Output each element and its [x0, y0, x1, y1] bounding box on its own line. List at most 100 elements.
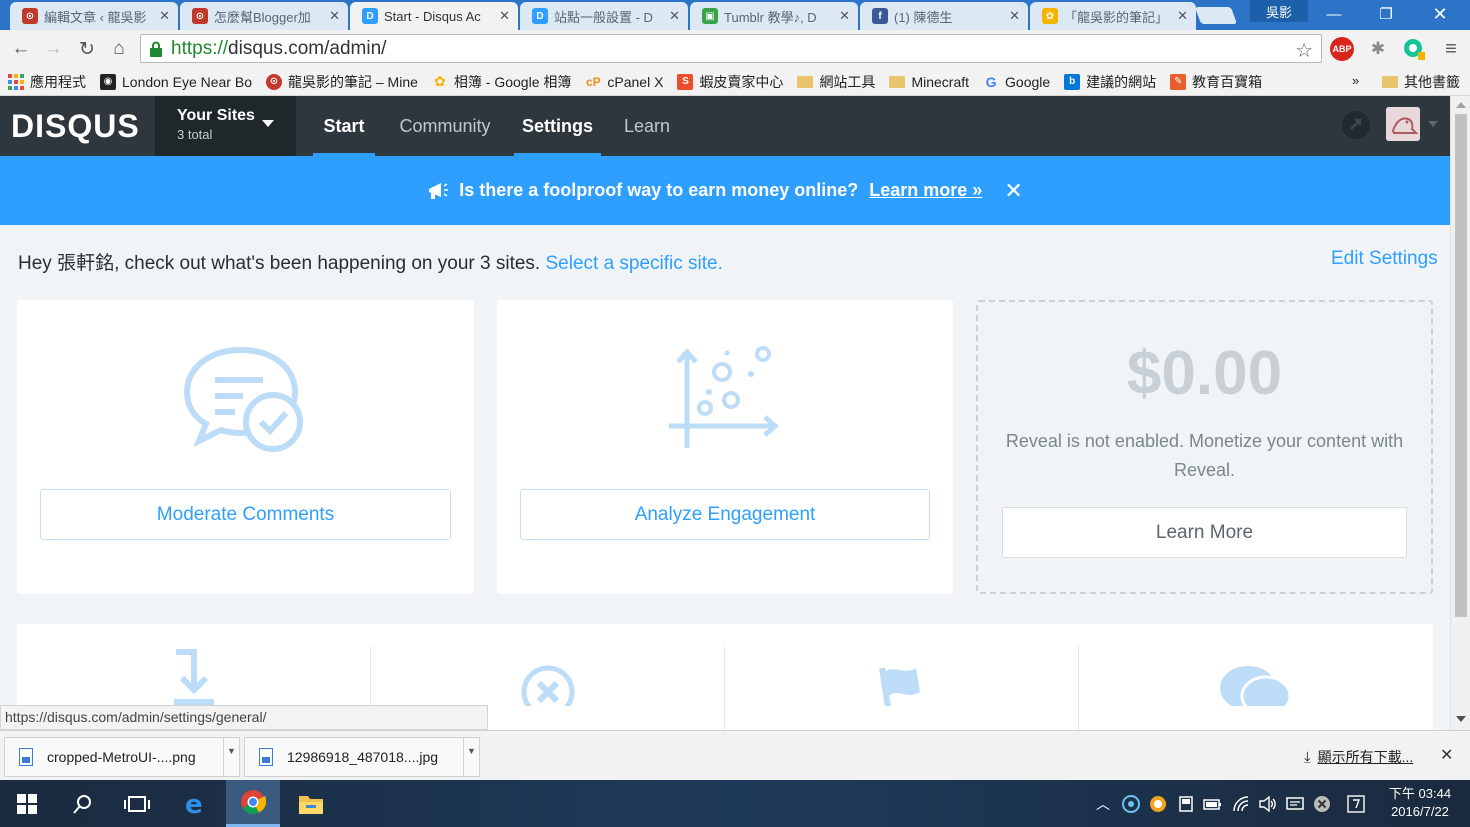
chevron-down-icon[interactable]: ▼	[463, 738, 479, 776]
browser-toolbar: ← → ↻ ⌂ https://disqus.com/admin/ ☆ ABP …	[0, 30, 1470, 68]
home-icon[interactable]: ⌂	[108, 38, 130, 60]
bookmark-item[interactable]: ⊙ 龍吳影的筆記 – Mine	[265, 72, 418, 92]
wifi-icon[interactable]	[1231, 794, 1251, 814]
your-sites-dropdown[interactable]: Your Sites 3 total	[155, 96, 296, 156]
bookmarks-overflow-chevron-icon[interactable]: »	[1352, 73, 1359, 88]
bookmark-item[interactable]: ✿ 相簿 - Google 相簿	[432, 72, 571, 92]
chevron-down-icon[interactable]	[1428, 121, 1438, 127]
window-close-icon[interactable]: ✕	[1416, 0, 1464, 28]
browser-tab[interactable]: ⊙ 編輯文章 ‹ 龍吳影 ✕	[10, 2, 178, 30]
show-all-label: 顯示所有下載...	[1317, 749, 1414, 765]
greeting-text: Hey 張軒銘, check out what's been happening…	[18, 253, 546, 274]
new-tab-button[interactable]	[1194, 7, 1238, 24]
file-explorer-icon[interactable]	[284, 780, 338, 827]
close-icon[interactable]: ✕	[839, 8, 850, 24]
nav-tab-learn[interactable]: Learn	[616, 96, 678, 156]
bookmark-item[interactable]: b 建議的網站	[1064, 72, 1156, 92]
windows-start-icon[interactable]	[0, 780, 54, 827]
system-clock[interactable]: 下午 03:44 2016/7/22	[1384, 785, 1456, 821]
browser-tab[interactable]: ✿ 「龍吳影的筆記」 ✕	[1030, 2, 1196, 30]
message-icon[interactable]	[1285, 794, 1305, 814]
adblock-plus-icon[interactable]: ABP	[1330, 37, 1354, 61]
restore-icon[interactable]: ❐	[1362, 0, 1410, 28]
bookmark-folder[interactable]: 網站工具	[797, 72, 875, 92]
bookmark-folder[interactable]: Minecraft	[889, 74, 969, 90]
forward-arrow-icon[interactable]: →	[42, 38, 64, 60]
bookmark-item[interactable]: cP cPanel X	[585, 74, 663, 90]
other-bookmarks-folder[interactable]: 其他書籤	[1382, 72, 1460, 92]
promo-learn-more-link[interactable]: Learn more »	[869, 180, 982, 201]
scroll-down-icon[interactable]	[1456, 716, 1466, 722]
scroll-up-icon[interactable]	[1456, 102, 1466, 108]
scrollbar-thumb[interactable]	[1455, 114, 1467, 617]
scatter-chart-icon	[497, 344, 953, 456]
vertical-scrollbar[interactable]	[1450, 96, 1470, 730]
browser-tab[interactable]: D 站點一般設置 - D ✕	[520, 2, 688, 30]
nav-tab-start[interactable]: Start	[313, 96, 375, 156]
chevron-down-icon[interactable]: ▼	[223, 738, 239, 776]
bookmark-item[interactable]: ✎ 教育百寶箱	[1170, 72, 1262, 92]
folder-icon	[889, 74, 906, 90]
close-icon[interactable]: ✕	[329, 8, 340, 24]
battery-icon[interactable]	[1203, 794, 1223, 814]
megaphone-icon	[427, 181, 449, 201]
close-icon[interactable]: ✕	[159, 8, 170, 24]
chrome-profile-name[interactable]: 吳影	[1250, 0, 1308, 22]
browser-tab[interactable]: f (1) 陳德生 ✕	[860, 2, 1028, 30]
nav-tab-settings[interactable]: Settings	[514, 96, 601, 156]
grammarly-icon[interactable]	[1402, 37, 1426, 61]
bookmark-item[interactable]: 應用程式	[8, 72, 86, 92]
minimize-icon[interactable]: —	[1310, 0, 1358, 28]
browser-tab[interactable]: ⊙ 怎麼幫Blogger加 ✕	[180, 2, 348, 30]
bookmark-label: cPanel X	[607, 73, 664, 90]
nav-tab-community[interactable]: Community	[390, 96, 500, 156]
network-app-icon[interactable]	[1121, 794, 1141, 814]
close-icon[interactable]: ✕	[1009, 8, 1020, 24]
browser-tab-active[interactable]: D Start - Disqus Ac ✕	[350, 2, 518, 30]
promo-text: Is there a foolproof way to earn money o…	[459, 180, 859, 200]
download-item[interactable]: 12986918_487018....jpg ▼	[244, 737, 480, 777]
device-icon[interactable]	[1176, 794, 1196, 814]
reload-icon[interactable]: ↻	[76, 38, 98, 60]
bookmark-item[interactable]: ◉ London Eye Near Bo	[100, 73, 252, 90]
download-filename: cropped-MetroUI-....png	[47, 749, 196, 765]
moderate-comments-button[interactable]: Moderate Comments	[40, 489, 451, 540]
notifications-icon[interactable]	[1342, 111, 1370, 139]
chrome-menu-icon[interactable]: ≡	[1439, 37, 1463, 61]
bookmark-item[interactable]: G Google	[983, 74, 1051, 90]
analyze-engagement-button[interactable]: Analyze Engagement	[520, 489, 930, 540]
browser-tab[interactable]: ▣ Tumblr 教學♪, D ✕	[690, 2, 858, 30]
edge-browser-icon[interactable]: e	[168, 780, 222, 827]
disqus-favicon-icon: D	[362, 8, 378, 24]
download-item[interactable]: cropped-MetroUI-....png ▼	[4, 737, 240, 777]
close-icon[interactable]: ✕	[669, 8, 680, 24]
edit-settings-link[interactable]: Edit Settings	[1331, 248, 1438, 270]
google-photos-icon: ✿	[434, 73, 446, 89]
bookmark-label: 建議的網站	[1086, 73, 1157, 90]
close-icon[interactable]: ✕	[1004, 178, 1022, 204]
avatar[interactable]	[1386, 107, 1420, 141]
select-site-link[interactable]: Select a specific site.	[545, 253, 722, 274]
puzzle-extension-icon[interactable]: ✱	[1366, 37, 1390, 61]
revenue-amount: $0.00	[1126, 339, 1283, 408]
bookmark-item[interactable]: S 蝦皮賣家中心	[677, 72, 783, 92]
task-view-icon[interactable]	[110, 780, 164, 827]
chrome-taskbar-icon[interactable]	[226, 780, 280, 827]
back-arrow-icon[interactable]: ←	[10, 38, 32, 60]
show-hidden-icons-chevron-icon[interactable]: ︿	[1093, 794, 1113, 814]
folder-icon	[797, 74, 814, 90]
ime-input-icon[interactable]	[1346, 794, 1366, 814]
close-icon[interactable]: ✕	[1440, 745, 1453, 765]
tab-title: 編輯文章 ‹ 龍吳影	[44, 9, 147, 25]
close-circle-icon[interactable]	[1312, 794, 1332, 814]
learn-more-button[interactable]: Learn More	[1002, 507, 1407, 558]
volume-icon[interactable]	[1258, 794, 1278, 814]
close-icon[interactable]: ✕	[1177, 8, 1188, 24]
disqus-logo[interactable]: DISQUS	[11, 108, 140, 145]
address-bar[interactable]: https://disqus.com/admin/ ☆	[140, 34, 1322, 63]
app-tray-icon[interactable]	[1148, 794, 1168, 814]
show-all-downloads-link[interactable]: ⤓ 顯示所有下載...	[1304, 747, 1413, 767]
search-icon[interactable]	[56, 780, 110, 827]
close-icon[interactable]: ✕	[499, 8, 510, 24]
bookmark-star-icon[interactable]: ☆	[1295, 38, 1313, 63]
